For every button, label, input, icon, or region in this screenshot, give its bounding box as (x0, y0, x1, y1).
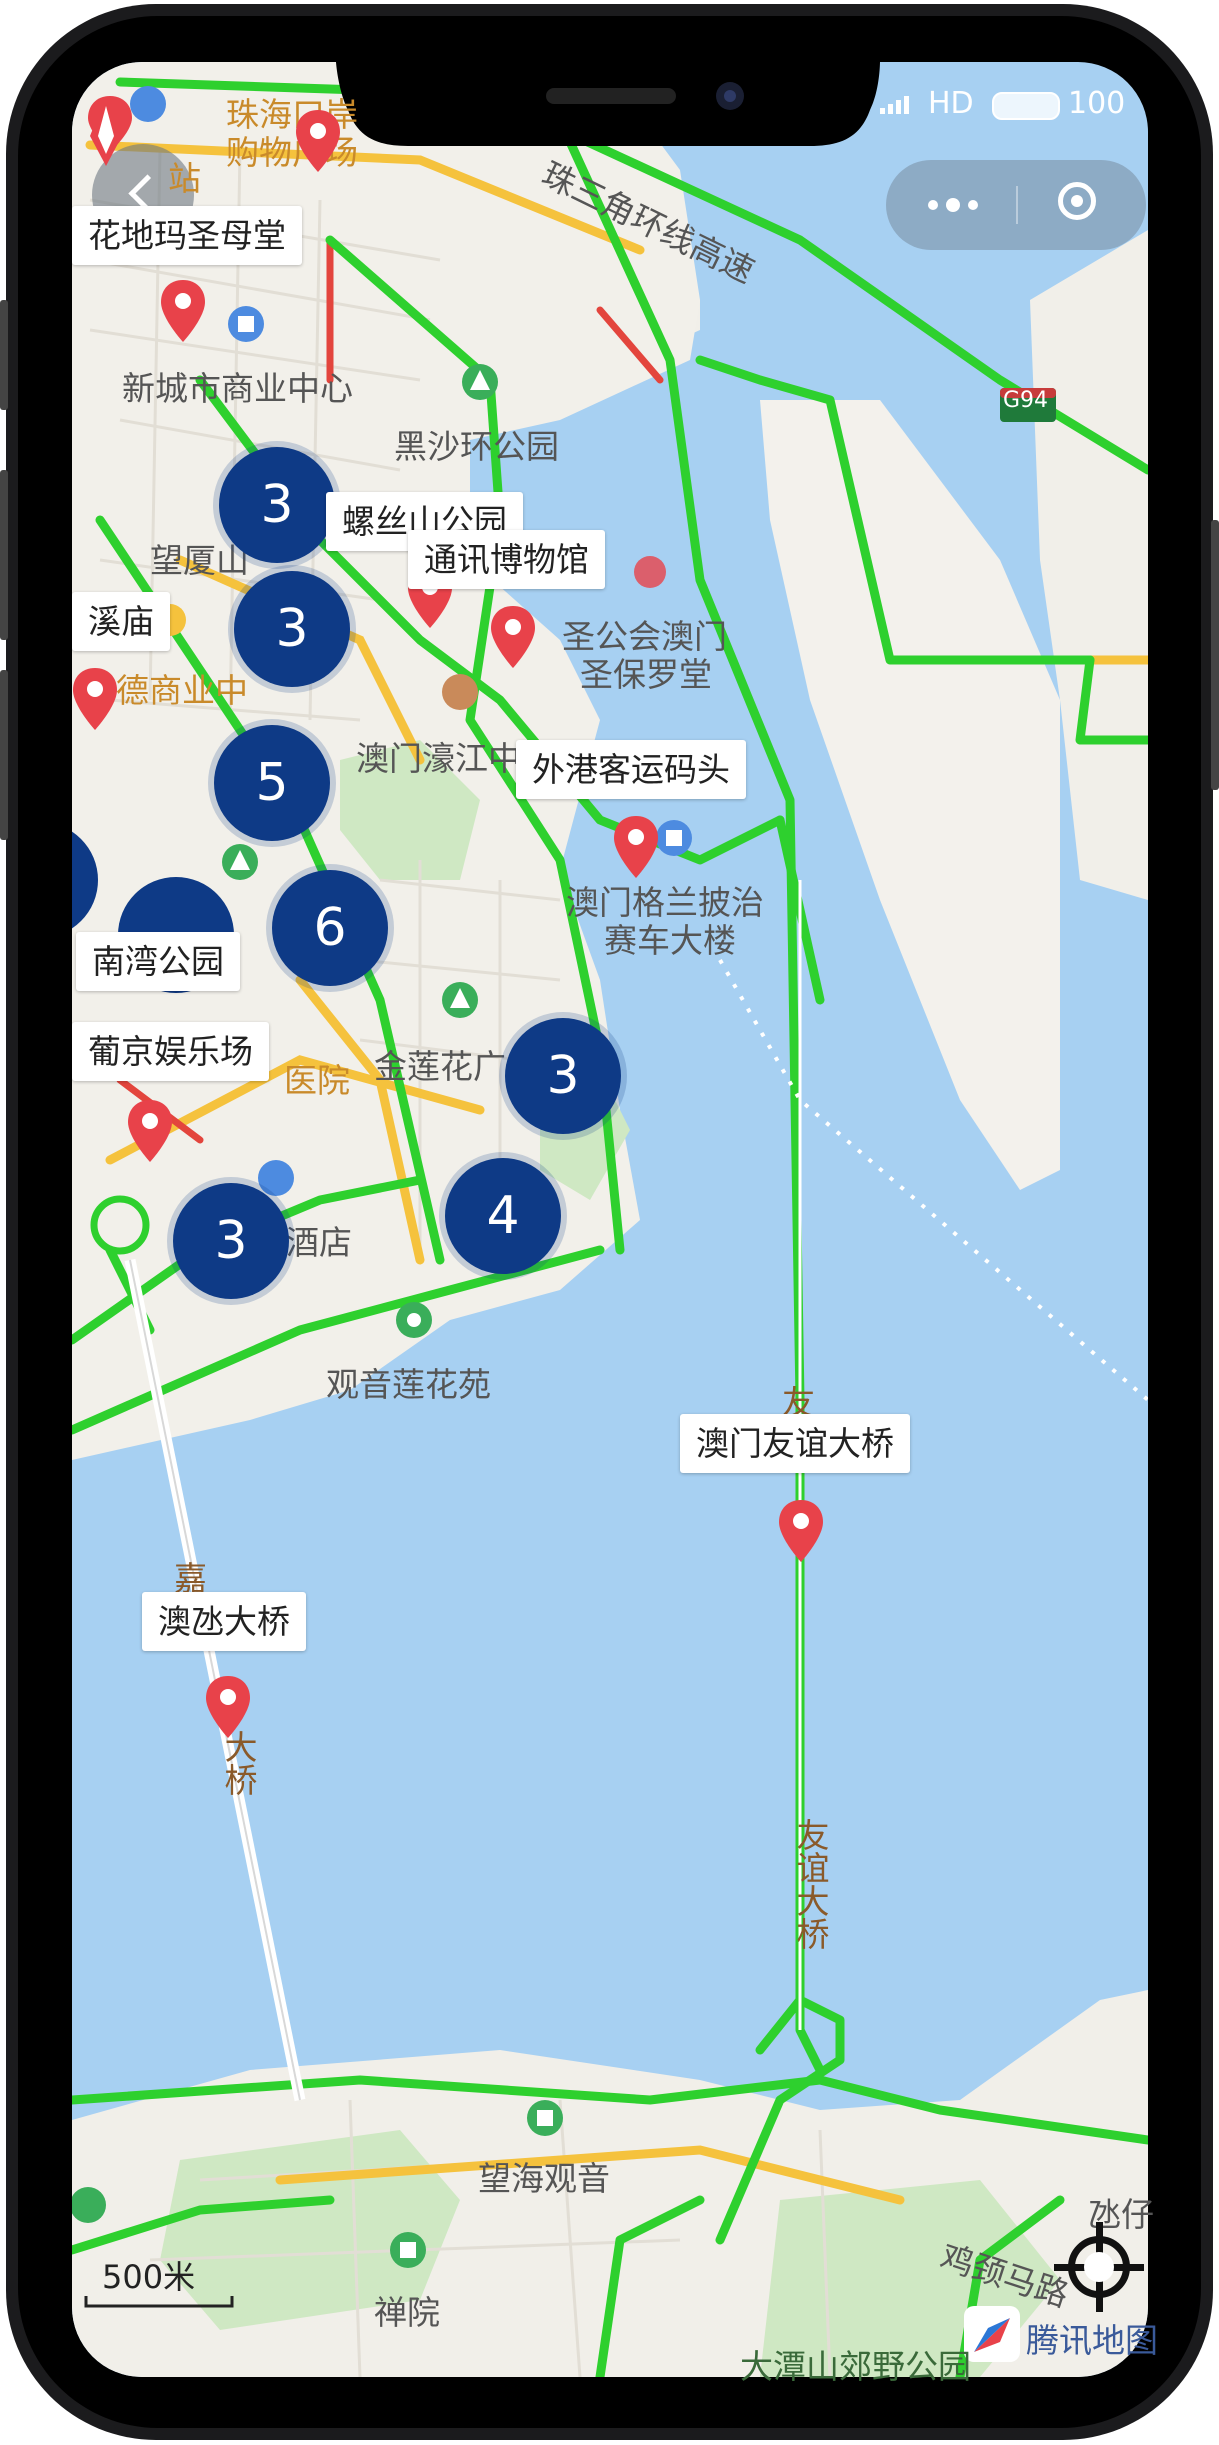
map-label-pujing[interactable]: 葡京娱乐场 (72, 1022, 269, 1081)
building-icon (228, 306, 264, 342)
map-text-jiudian: 酒店 (286, 1223, 352, 1262)
camera-icon (396, 1302, 432, 1338)
bus-icon (258, 1160, 294, 1196)
target-close-icon (1058, 182, 1096, 220)
cluster-marker[interactable]: 4 (445, 1158, 561, 1274)
map-text-zhan: 站 (168, 159, 201, 198)
map-scale-label: 500米 (102, 2258, 196, 2296)
cluster-marker[interactable]: 3 (505, 1018, 621, 1134)
park-icon (462, 364, 498, 400)
map-text-dexing: 德商业中 (116, 671, 248, 710)
map-label-nanwan[interactable]: 南湾公园 (76, 932, 240, 991)
map-text-youyidaqiao: 友谊大桥 (791, 1818, 830, 1950)
map-pin-icon[interactable] (126, 1098, 174, 1164)
close-button[interactable] (1018, 160, 1146, 250)
map-text-haojiang: 澳门濠江中 (356, 739, 521, 778)
park-icon (72, 2187, 106, 2223)
cluster-marker[interactable]: 3 (234, 571, 350, 687)
map-text-chanyuan: 禅院 (374, 2293, 440, 2332)
map-text-xincheng: 新城市商业中心 (122, 369, 353, 408)
map-text-shengbaoluo: 圣保罗堂 (580, 655, 712, 694)
map-text-datan: 大潭山郊野公园 (740, 2347, 971, 2386)
network-type: HD (928, 86, 974, 121)
cluster-marker[interactable]: 3 (219, 447, 335, 563)
map-label-waigang[interactable]: 外港客运码头 (516, 740, 746, 799)
locate-button[interactable] (1054, 2222, 1144, 2312)
capsule-menu (886, 160, 1146, 250)
map-text-tengxun: 腾讯地图 (1026, 2321, 1158, 2360)
temple-icon (527, 2100, 563, 2136)
map-pin-icon[interactable] (294, 108, 342, 174)
park-icon (442, 982, 478, 1018)
temple-icon (390, 2232, 426, 2268)
map-text-guanyin: 观音莲花苑 (326, 1365, 491, 1404)
map-label-youyi[interactable]: 澳门友谊大桥 (680, 1414, 910, 1473)
map-label-xi[interactable]: 溪庙 (72, 592, 170, 651)
cluster-marker[interactable]: 3 (173, 1183, 289, 1299)
map-pin-icon[interactable] (777, 1498, 825, 1564)
map-text-heisha: 黑沙环公园 (394, 427, 559, 466)
map-pin-icon[interactable] (204, 1674, 252, 1740)
building-icon (656, 820, 692, 856)
map-text-yiyuan: 医院 (284, 1061, 350, 1100)
map-pin-icon[interactable] (612, 814, 660, 880)
landmark-icon (442, 674, 478, 710)
map-text-saiche: 赛车大楼 (604, 921, 736, 960)
battery-level: 100 (1068, 86, 1126, 121)
park-icon (222, 844, 258, 880)
map-pin-icon[interactable] (489, 604, 537, 670)
map-pin-icon[interactable] (159, 278, 207, 344)
battery-icon (992, 92, 1060, 120)
map-text-wanghai: 望海观音 (478, 2159, 610, 2198)
status-bar: HD 100 (880, 82, 1130, 122)
map-text-g94: G94 (1003, 388, 1049, 413)
map-label-huadi[interactable]: 花地玛圣母堂 (72, 206, 302, 265)
cluster-marker[interactable]: 6 (272, 870, 388, 986)
signal-icon (880, 92, 916, 114)
landmark-icon (634, 556, 666, 588)
cluster-marker[interactable]: 5 (214, 725, 330, 841)
more-dots-icon (928, 198, 978, 212)
map-text-jinlian: 金莲花广 (374, 1047, 506, 1086)
tencent-map-logo-icon (964, 2306, 1020, 2362)
more-button[interactable] (886, 160, 1016, 250)
map-label-aozai[interactable]: 澳氹大桥 (142, 1592, 306, 1651)
map-label-tongxun[interactable]: 通讯博物馆 (408, 530, 605, 589)
compass-icon (90, 96, 122, 166)
map-pin-icon[interactable] (71, 666, 119, 732)
shop-icon (130, 86, 166, 122)
